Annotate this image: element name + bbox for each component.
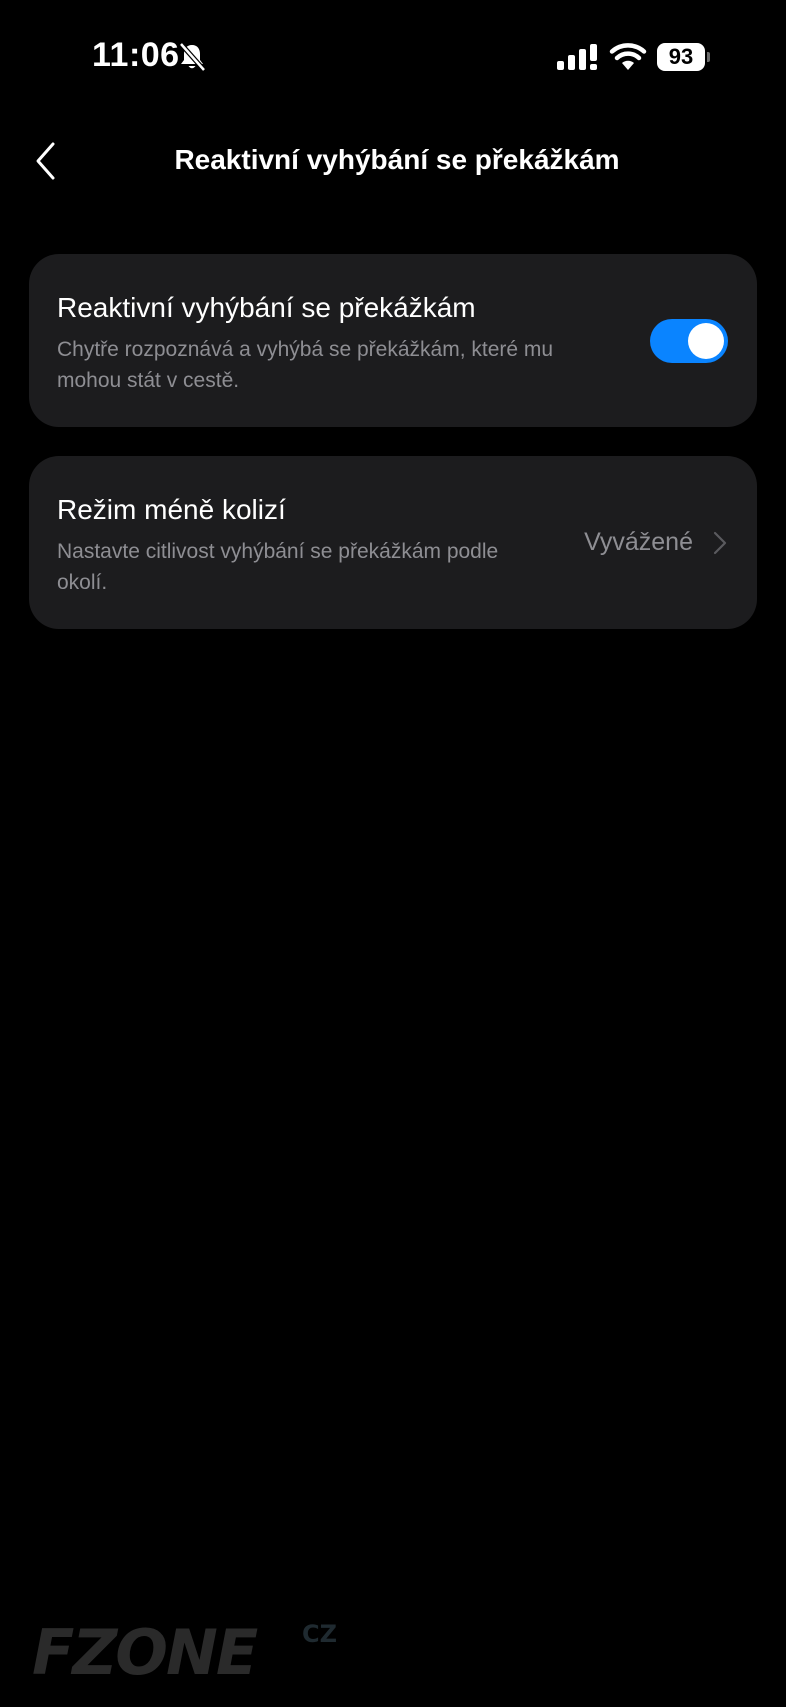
setting-value: Vyvážené [584, 528, 693, 556]
watermark-brand: FZONE [32, 1618, 258, 1689]
bell-slash-icon [179, 42, 206, 72]
battery-icon: 93 [657, 43, 710, 71]
watermark-logo: FZONE CZ [32, 1618, 337, 1689]
watermark-suffix: CZ [302, 1620, 337, 1648]
battery-tip [707, 52, 710, 62]
wifi-icon [609, 43, 647, 70]
setting-description: Chytře rozpoznává a vyhýbá se překážkám,… [57, 338, 554, 392]
setting-fewer-collisions-mode[interactable]: Režim méně kolizí Nastavte citlivost vyh… [29, 456, 757, 629]
status-time: 11:06 [92, 36, 180, 74]
setting-title: Reaktivní vyhýbání se překážkám [57, 292, 476, 323]
toggle-knob [688, 323, 724, 359]
signal-icon [557, 44, 597, 70]
chevron-right-icon [713, 531, 727, 555]
header: Reaktivní vyhýbání se překážkám [0, 120, 786, 202]
battery-level: 93 [657, 43, 705, 71]
setting-description: Nastavte citlivost vyhýbání se překážkám… [57, 540, 499, 594]
reactive-avoidance-toggle[interactable] [650, 319, 728, 363]
setting-title: Režim méně kolizí [57, 494, 286, 525]
status-bar: 11:06 93 [0, 0, 786, 110]
setting-reactive-avoidance: Reaktivní vyhýbání se překážkám Chytře r… [29, 254, 757, 427]
page-title: Reaktivní vyhýbání se překážkám [174, 144, 620, 175]
